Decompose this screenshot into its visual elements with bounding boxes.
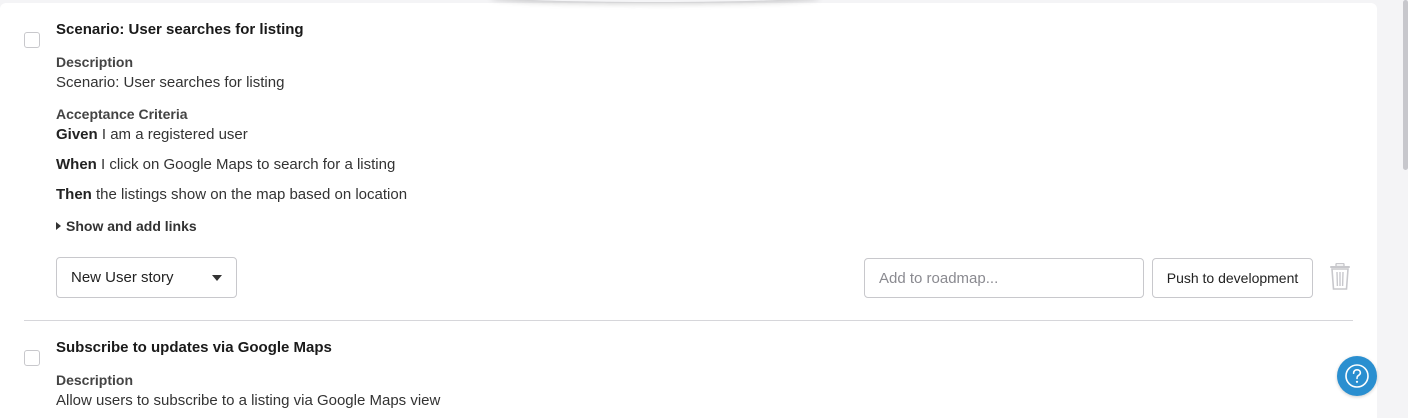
criteria-when: When I click on Google Maps to search fo…	[56, 156, 395, 173]
chevron-down-icon	[212, 275, 222, 281]
description-text: Allow users to subscribe to a listing vi…	[56, 392, 441, 409]
page: Scenario: User searches for listing Desc…	[0, 0, 1408, 418]
criteria-text: the listings show on the map based on lo…	[91, 186, 408, 203]
show-links-label: Show and add links	[66, 218, 197, 234]
description-text: Scenario: User searches for listing	[56, 74, 285, 91]
criteria-keyword: When	[56, 156, 97, 173]
trash-icon[interactable]	[1329, 263, 1351, 290]
criteria-given: Given I am a registered user	[56, 126, 248, 143]
story-title[interactable]: Subscribe to updates via Google Maps	[56, 339, 332, 356]
criteria-keyword: Then	[56, 186, 92, 203]
criteria-then: Then the listings show on the map based …	[56, 186, 407, 203]
description-label: Description	[56, 54, 134, 70]
help-button[interactable]	[1337, 356, 1377, 396]
caret-right-icon	[56, 222, 61, 230]
criteria-keyword: Given	[56, 126, 98, 143]
criteria-text: I am a registered user	[97, 126, 248, 143]
acceptance-criteria-label: Acceptance Criteria	[56, 106, 188, 122]
help-icon	[1345, 364, 1369, 388]
popover-shadow	[490, 0, 820, 2]
story-divider	[24, 320, 1353, 321]
story-title[interactable]: Scenario: User searches for listing	[56, 21, 304, 38]
show-links-toggle[interactable]: Show and add links	[56, 218, 197, 234]
criteria-text: I click on Google Maps to search for a l…	[96, 156, 396, 173]
scrollbar-thumb[interactable]	[1403, 0, 1408, 170]
story-checkbox[interactable]	[24, 32, 40, 48]
push-to-development-button[interactable]: Push to development	[1152, 258, 1313, 298]
story-checkbox[interactable]	[24, 350, 40, 366]
description-label: Description	[56, 372, 134, 388]
status-select-value: New User story	[71, 269, 174, 286]
status-select[interactable]: New User story	[56, 257, 237, 298]
roadmap-input[interactable]	[864, 258, 1144, 298]
